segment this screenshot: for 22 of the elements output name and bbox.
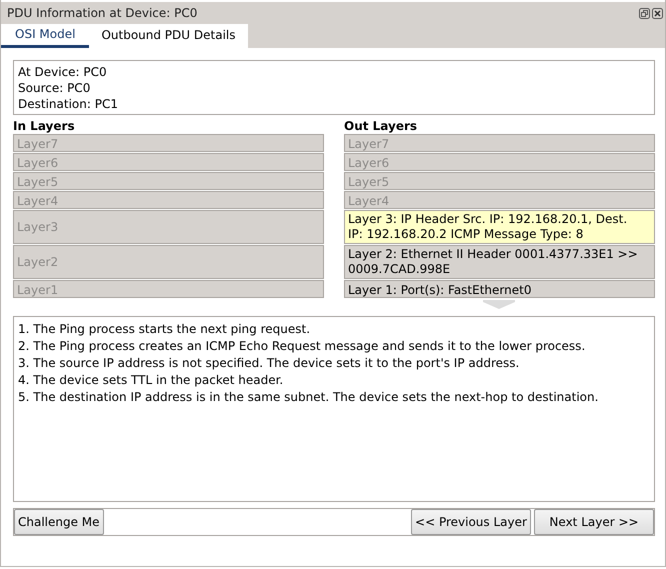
layer-row[interactable]: Layer 2: Ethernet II Header 0001.4377.33E1 >> 0009.7CAD.998E [344, 245, 655, 279]
description-line: 2. The Ping process creates an ICMP Echo Request message and sends it to the lower process. [18, 338, 586, 355]
previous-layer-button[interactable]: << Previous Layer [411, 509, 531, 535]
description-line: 4. The device sets TTL in the packet header. [18, 372, 284, 389]
next-layer-button[interactable]: Next Layer >> [534, 509, 654, 535]
info-line: At Device: PC0 [18, 64, 108, 80]
layer-row[interactable]: Layer 3: IP Header Src. IP: 192.168.20.1, Dest. IP: 192.168.20.2 ICMP Message Type: 8 [344, 210, 655, 244]
tab[interactable]: Outbound PDU Details [89, 24, 248, 48]
column-heading: In Layers [13, 119, 76, 133]
info-line: Source: PC0 [18, 80, 92, 96]
column-heading: Out Layers [344, 119, 418, 133]
description-line: 1. The Ping process starts the next ping request. [18, 321, 312, 338]
tab[interactable]: OSI Model [1, 24, 90, 48]
window-title: PDU Information at Device: PC0 [7, 6, 198, 20]
challenge-me-button[interactable]: Challenge Me [14, 509, 104, 535]
layer-row[interactable]: Layer 1: Port(s): FastEthernet0 [344, 280, 655, 298]
description-line: 5. The destination IP address is in the same subnet. The device sets the next-hop to destination. [18, 389, 600, 406]
restore-icon[interactable] [639, 8, 650, 18]
chevron-down-icon [483, 300, 515, 309]
description-line: 3. The source IP address is not specified. The device sets it to the port's IP address. [18, 355, 520, 372]
info-line: Destination: PC1 [18, 96, 119, 112]
close-icon[interactable] [652, 8, 663, 18]
